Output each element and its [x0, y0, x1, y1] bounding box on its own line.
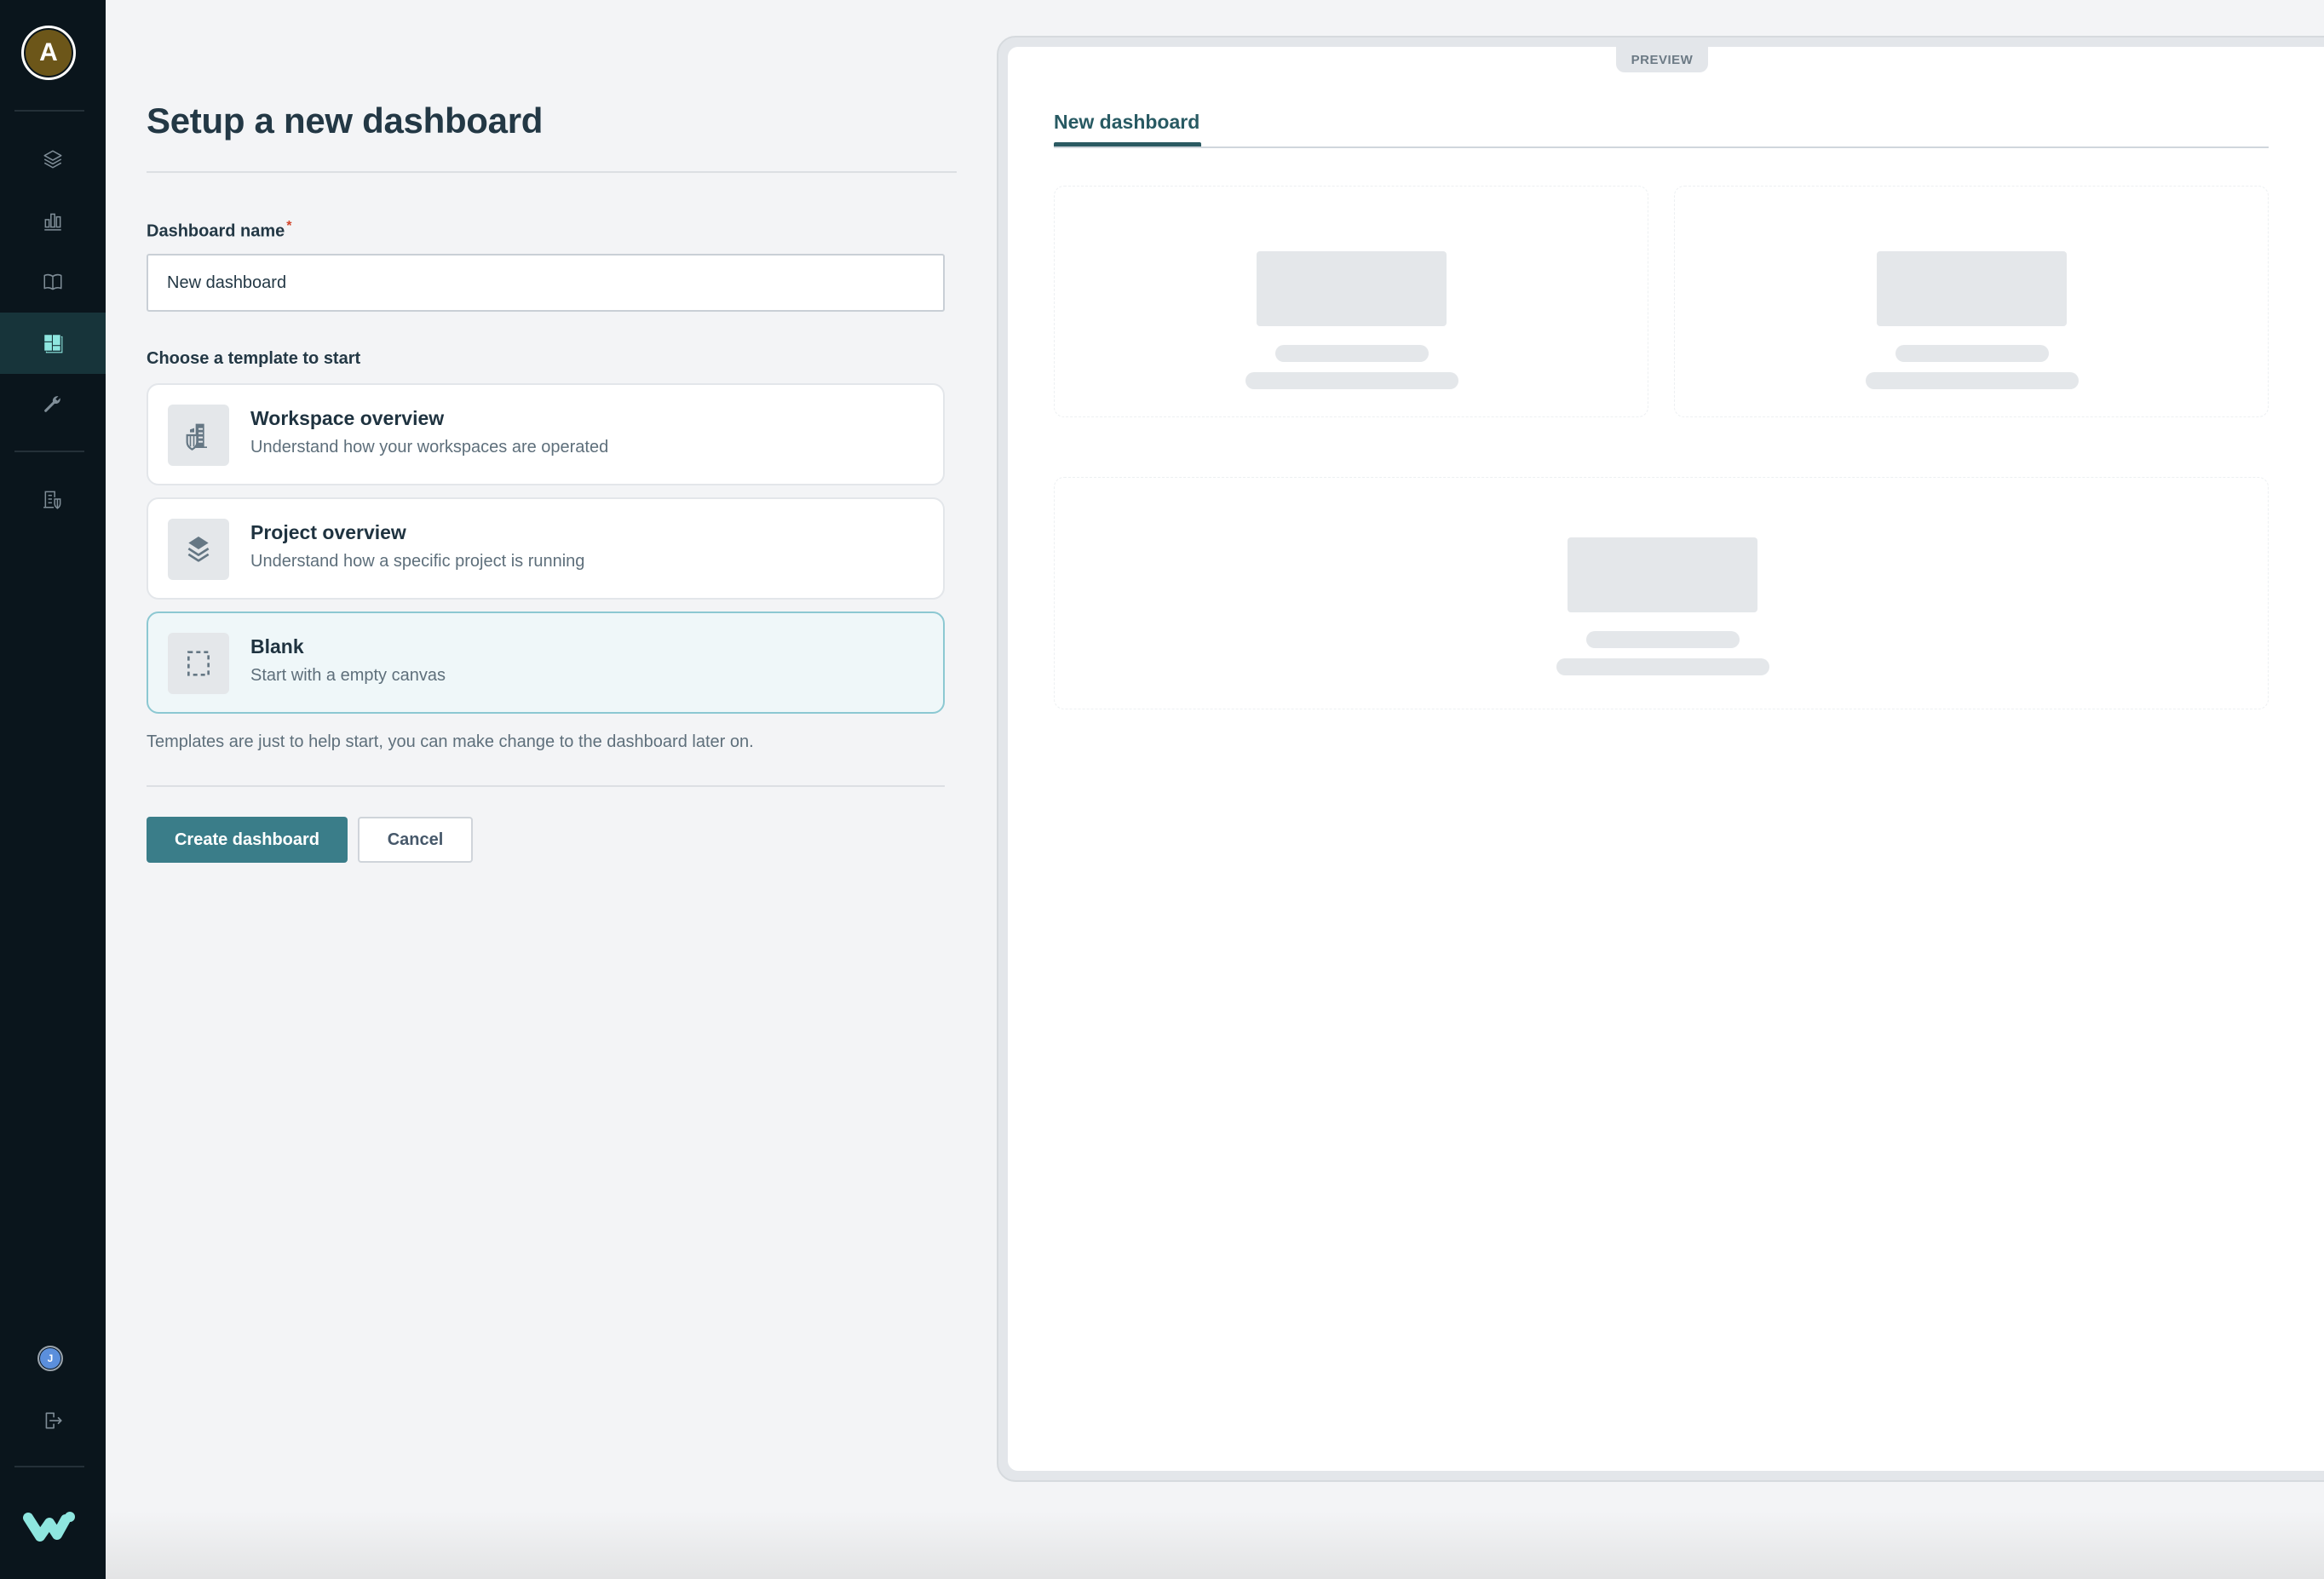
template-title: Workspace overview [250, 407, 445, 429]
skeleton-line [1866, 372, 2079, 389]
template-card-workspace-overview[interactable]: Workspace overview Understand how your w… [147, 383, 945, 485]
preview-tag: PREVIEW [1616, 47, 1708, 72]
layers-icon [187, 537, 210, 562]
sidebar-item-tools[interactable] [0, 374, 106, 435]
sidebar-divider [14, 451, 84, 452]
page-title: Setup a new dashboard [147, 100, 544, 141]
sidebar-item-analytics[interactable] [0, 190, 106, 251]
template-note: Templates are just to help start, you ca… [147, 732, 754, 751]
workspace-avatar[interactable]: A [21, 26, 76, 80]
dashed-square-icon [187, 651, 210, 676]
sidebar-item-projects[interactable] [0, 129, 106, 190]
skeleton-line [1556, 658, 1769, 675]
logout-icon [45, 1412, 62, 1429]
sidebar-divider [14, 110, 84, 112]
cancel-button[interactable]: Cancel [358, 817, 473, 863]
template-label: Choose a template to start [147, 349, 361, 368]
preview-tabs-divider [1054, 146, 2269, 148]
template-icon-box [168, 405, 229, 466]
user-avatar[interactable]: J [37, 1346, 63, 1371]
skeleton-block [1257, 251, 1447, 326]
bar-chart-icon [44, 213, 61, 231]
skeleton-line [1586, 631, 1740, 648]
skeleton-block [1877, 251, 2067, 326]
template-description: Understand how your workspaces are opera… [250, 438, 609, 456]
building-shield-icon [43, 491, 61, 509]
template-icon-box [168, 519, 229, 580]
actions-divider [147, 785, 945, 787]
template-card-project-overview[interactable]: Project overview Understand how a specif… [147, 497, 945, 600]
dashboard-name-input[interactable] [147, 254, 945, 312]
template-title: Blank [250, 635, 304, 657]
sidebar: A J [0, 0, 106, 1579]
preview-tab-new-dashboard: New dashboard [1054, 111, 1200, 133]
skeleton-block [1568, 537, 1757, 612]
template-title: Project overview [250, 521, 406, 543]
building-shield-icon [186, 423, 207, 451]
template-icon-box [168, 633, 229, 694]
preview-widget-placeholder [1674, 186, 2269, 417]
template-description: Understand how a specific project is run… [250, 552, 585, 571]
dashboard-name-label-text: Dashboard name [147, 221, 285, 241]
logout-button[interactable] [0, 1390, 106, 1451]
sidebar-item-docs[interactable] [0, 251, 106, 313]
bottom-shadow [106, 1511, 2324, 1579]
brand-logo-icon[interactable] [23, 1509, 76, 1543]
template-description: Start with a empty canvas [250, 666, 446, 685]
sidebar-item-dashboards[interactable] [0, 313, 106, 374]
dashboard-name-label: Dashboard name * [147, 219, 292, 242]
preview-widget-placeholder [1054, 477, 2269, 709]
sidebar-divider [14, 1466, 84, 1467]
preview-widget-placeholder [1054, 186, 1648, 417]
skeleton-line [1245, 372, 1458, 389]
template-card-blank[interactable]: Blank Start with a empty canvas [147, 612, 945, 714]
skeleton-line [1275, 345, 1429, 362]
skeleton-line [1895, 345, 2049, 362]
required-marker: * [286, 219, 292, 233]
create-dashboard-button[interactable]: Create dashboard [147, 817, 348, 863]
sidebar-item-workspace[interactable] [0, 468, 106, 530]
title-divider [147, 171, 957, 173]
dashboard-icon [44, 335, 63, 353]
wrench-icon [44, 396, 60, 412]
book-icon [43, 273, 62, 290]
layers-icon [43, 150, 62, 169]
